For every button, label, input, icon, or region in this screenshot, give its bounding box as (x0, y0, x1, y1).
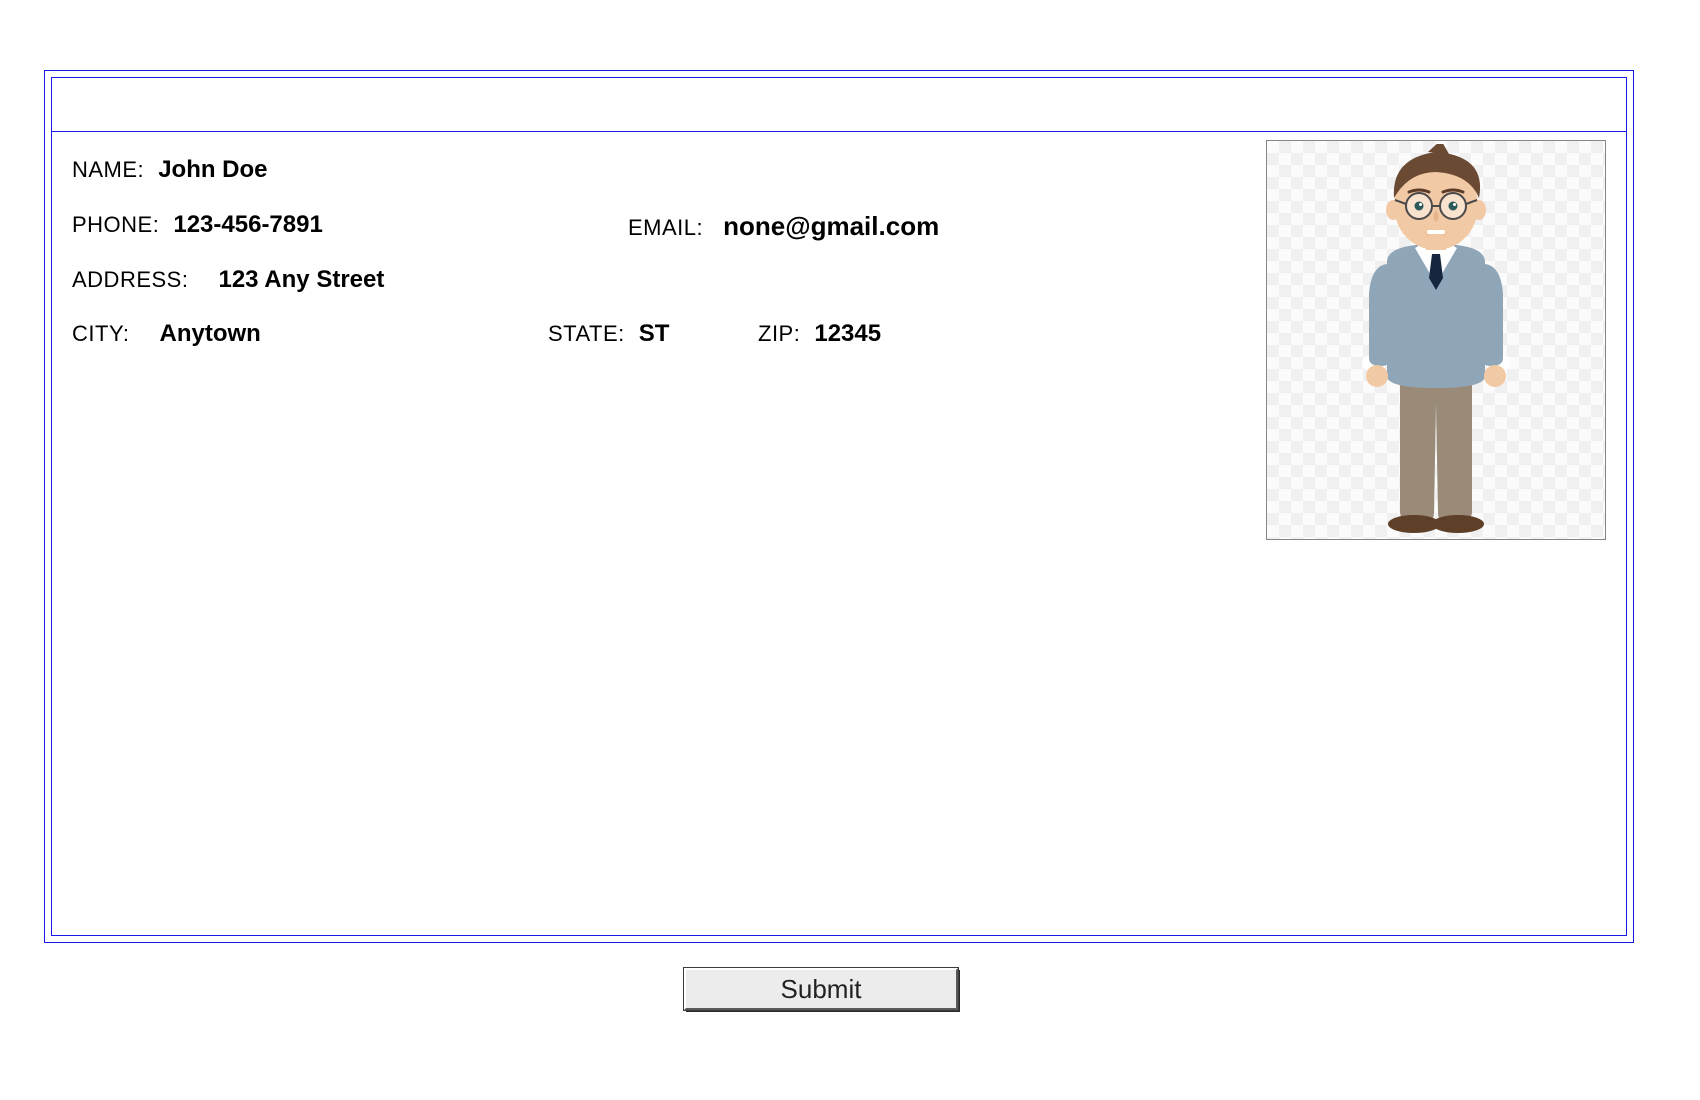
phone-value: 123-456-7891 (173, 211, 322, 239)
city-value: Anytown (160, 320, 261, 348)
header-divider (52, 131, 1626, 132)
zip-field: ZIP: 12345 (758, 320, 881, 348)
phone-label: PHONE: (72, 212, 159, 238)
address-label: ADDRESS: (72, 267, 188, 293)
name-value: John Doe (158, 156, 267, 184)
zip-value: 12345 (814, 320, 881, 348)
person-avatar-icon (1291, 144, 1581, 539)
form-outer-frame: NAME: John Doe PHONE: 123-456-7891 EMAIL… (44, 70, 1634, 943)
email-field: EMAIL: none@gmail.com (628, 211, 939, 242)
name-field: NAME: John Doe (72, 156, 268, 184)
submit-button[interactable]: Submit (684, 968, 958, 1010)
address-value: 123 Any Street (218, 266, 384, 294)
state-field: STATE: ST (548, 320, 669, 348)
state-label: STATE: (548, 321, 625, 347)
phone-field: PHONE: 123-456-7891 (72, 211, 323, 239)
zip-label: ZIP: (758, 321, 800, 347)
state-value: ST (639, 320, 670, 348)
email-value: none@gmail.com (723, 211, 939, 242)
name-label: NAME: (72, 157, 144, 183)
address-field: ADDRESS: 123 Any Street (72, 266, 384, 294)
email-label: EMAIL: (628, 215, 703, 241)
city-label: CITY: (72, 321, 130, 347)
profile-photo (1266, 140, 1606, 540)
city-field: CITY: Anytown (72, 320, 261, 348)
form-inner-frame: NAME: John Doe PHONE: 123-456-7891 EMAIL… (51, 77, 1627, 936)
